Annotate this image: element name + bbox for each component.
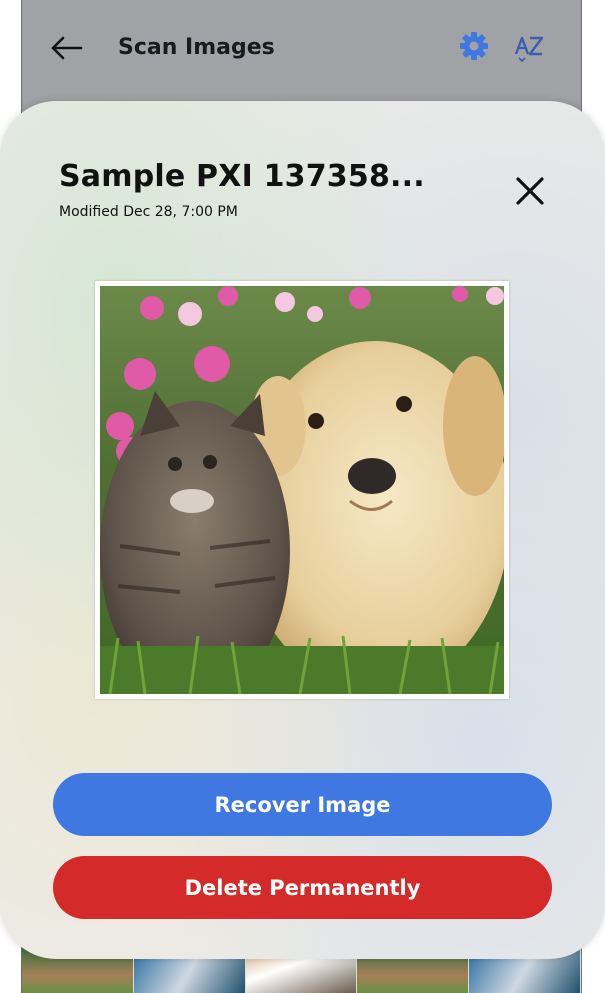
delete-permanently-button[interactable]: Delete Permanently — [53, 856, 552, 919]
arrow-left-icon — [51, 36, 83, 60]
back-button[interactable] — [48, 30, 84, 66]
image-title: Sample PXI 137358... — [59, 159, 425, 194]
recover-image-button[interactable]: Recover Image — [53, 773, 552, 836]
image-detail-sheet: Sample PXI 137358... Modified Dec 28, 7:… — [0, 101, 605, 959]
image-preview — [95, 281, 509, 699]
sort-az-icon — [514, 36, 544, 63]
gear-icon — [460, 32, 488, 60]
page-title: Scan Images — [118, 35, 275, 60]
sort-button[interactable] — [512, 30, 546, 64]
settings-button[interactable] — [458, 30, 490, 62]
top-app-bar: Scan Images — [22, 0, 581, 100]
close-icon — [516, 177, 544, 205]
puppy-and-kitten-photo — [100, 286, 504, 694]
modified-date: Modified Dec 28, 7:00 PM — [59, 204, 238, 220]
close-button[interactable] — [512, 173, 548, 209]
